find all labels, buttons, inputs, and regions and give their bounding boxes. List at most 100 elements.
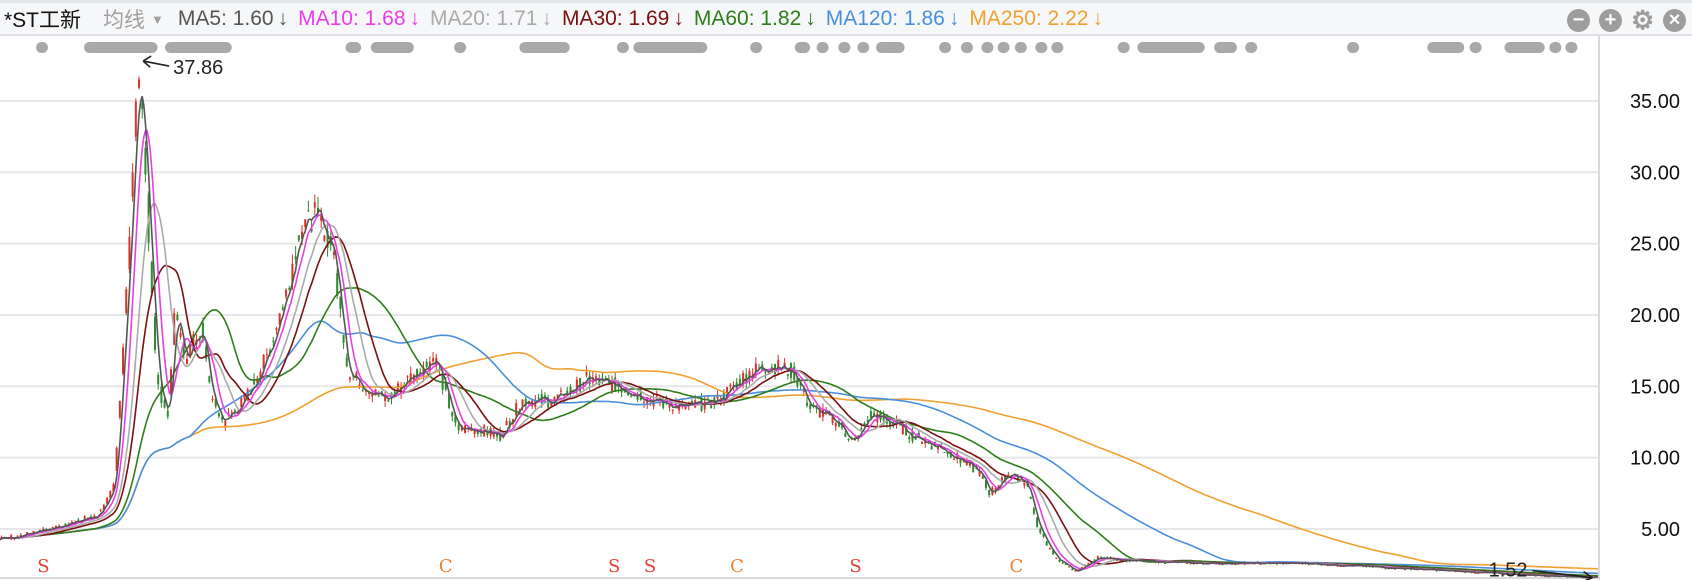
- candle-body: [313, 202, 316, 208]
- candle-body: [208, 376, 211, 382]
- candle-body: [294, 256, 297, 260]
- ma-line-ma120: [0, 320, 1598, 575]
- candle-body: [1055, 557, 1058, 559]
- event-marker-dot: [1117, 42, 1130, 53]
- candle-body: [118, 400, 121, 418]
- candle-body: [588, 375, 591, 385]
- event-marker-dot: [816, 42, 829, 53]
- trade-marker: C: [439, 556, 453, 577]
- y-tick-label: 15.00: [1630, 376, 1680, 398]
- ma-legend-item: MA20: 1.71 ↓: [430, 7, 552, 30]
- candle-body: [288, 288, 291, 290]
- candle-body: [901, 425, 904, 435]
- ma-legend-item: MA10: 1.68 ↓: [298, 7, 420, 30]
- candle-body: [432, 358, 435, 362]
- event-marker-dot: [370, 42, 414, 53]
- candle-body: [1036, 517, 1039, 527]
- candle-body: [770, 367, 773, 369]
- candle-body: [515, 403, 518, 416]
- event-marker-dot: [1469, 42, 1482, 53]
- event-marker-dot: [981, 42, 994, 53]
- candle-body: [406, 376, 409, 378]
- chevron-down-icon: ▼: [151, 11, 164, 27]
- candle-body: [642, 401, 645, 403]
- zoom-out-icon[interactable]: −: [1567, 9, 1590, 32]
- event-marker-dot: [616, 42, 629, 53]
- event-marker-dot: [83, 42, 158, 53]
- candle-body: [166, 410, 169, 417]
- trade-marker: C: [730, 556, 744, 577]
- candle-body: [233, 410, 236, 412]
- candle-body: [106, 497, 109, 504]
- candle-body: [908, 437, 911, 440]
- candle-body: [285, 289, 288, 297]
- ma-legend-item: MA120: 1.86 ↓: [826, 7, 960, 30]
- y-tick-label: 20.00: [1630, 305, 1680, 327]
- event-marker-dot: [1549, 42, 1562, 53]
- candle-body: [521, 399, 524, 406]
- price-chart[interactable]: 5.00 10.00 15.00 20.00 25.00 30.00 35.00 37.86 1…: [0, 36, 1692, 580]
- settings-gear-icon[interactable]: ⚙: [1631, 7, 1654, 33]
- candle-body: [601, 377, 604, 379]
- y-tick-label: 30.00: [1630, 162, 1680, 184]
- candle-body: [505, 421, 508, 426]
- trend-arrow-icon: ↓: [1092, 6, 1103, 30]
- ma-value: MA120: 1.86: [825, 6, 945, 30]
- candle-body: [217, 413, 220, 417]
- event-marker-dot: [165, 42, 232, 53]
- event-marker-dot: [876, 42, 905, 53]
- event-marker-dot: [1427, 42, 1465, 53]
- trend-arrow-icon: ↓: [541, 6, 552, 30]
- candle-body: [630, 395, 633, 397]
- candle-body: [240, 398, 243, 408]
- ma-legend-item: MA250: 2.22 ↓: [969, 7, 1103, 30]
- ma-value: MA20: 1.71: [430, 6, 538, 30]
- ma-line-ma30: [0, 236, 1598, 578]
- candle-body: [425, 361, 428, 368]
- event-marker-dot: [1347, 42, 1360, 53]
- candle-body: [125, 289, 128, 314]
- trend-arrow-icon: ↓: [277, 6, 289, 30]
- candle-body: [154, 316, 157, 351]
- candle-body: [157, 374, 160, 385]
- ma-value: MA30: 1.69: [561, 6, 670, 30]
- candle-body: [786, 374, 789, 376]
- candle-body: [336, 273, 339, 296]
- event-marker-dot: [997, 42, 1010, 53]
- candle-body: [332, 252, 335, 256]
- candle-body: [809, 404, 812, 410]
- candle-body: [1039, 528, 1042, 533]
- event-marker-dot: [454, 42, 467, 53]
- event-marker-dot: [750, 42, 763, 53]
- candle-body: [1023, 482, 1026, 486]
- trade-marker: C: [1010, 556, 1024, 577]
- indicator-mode-dropdown[interactable]: 均线 ▼: [103, 4, 164, 34]
- candle-body: [275, 328, 278, 331]
- close-icon[interactable]: ×: [1663, 9, 1686, 32]
- chart-tools: − + ⚙ ×: [1567, 7, 1686, 33]
- candle-body: [393, 391, 396, 393]
- event-marker-dot: [1014, 42, 1027, 53]
- zoom-in-icon[interactable]: +: [1599, 9, 1622, 32]
- ma-value: MA5: 1.60: [177, 6, 274, 30]
- candle-body: [585, 372, 588, 376]
- trend-arrow-icon: ↓: [409, 6, 421, 30]
- max-price-label: 37.86: [173, 57, 223, 79]
- candle-body: [138, 79, 141, 88]
- candle-body: [834, 423, 837, 427]
- candle-body: [211, 398, 214, 400]
- trade-marker: S: [849, 556, 861, 577]
- event-marker-dot: [1245, 42, 1258, 53]
- candle-body: [844, 433, 847, 437]
- candle-body: [796, 378, 799, 387]
- candle-body: [224, 420, 227, 426]
- candle-body: [729, 384, 732, 387]
- candle-body: [144, 147, 147, 175]
- candle-body: [134, 101, 137, 137]
- stock-title: *ST工新: [4, 8, 82, 32]
- candle-body: [1384, 568, 1387, 570]
- candle-body: [99, 509, 102, 511]
- ma-legend-item: MA5: 1.60 ↓: [178, 7, 288, 30]
- event-marker-dot: [1035, 42, 1048, 53]
- candle-body: [122, 347, 125, 374]
